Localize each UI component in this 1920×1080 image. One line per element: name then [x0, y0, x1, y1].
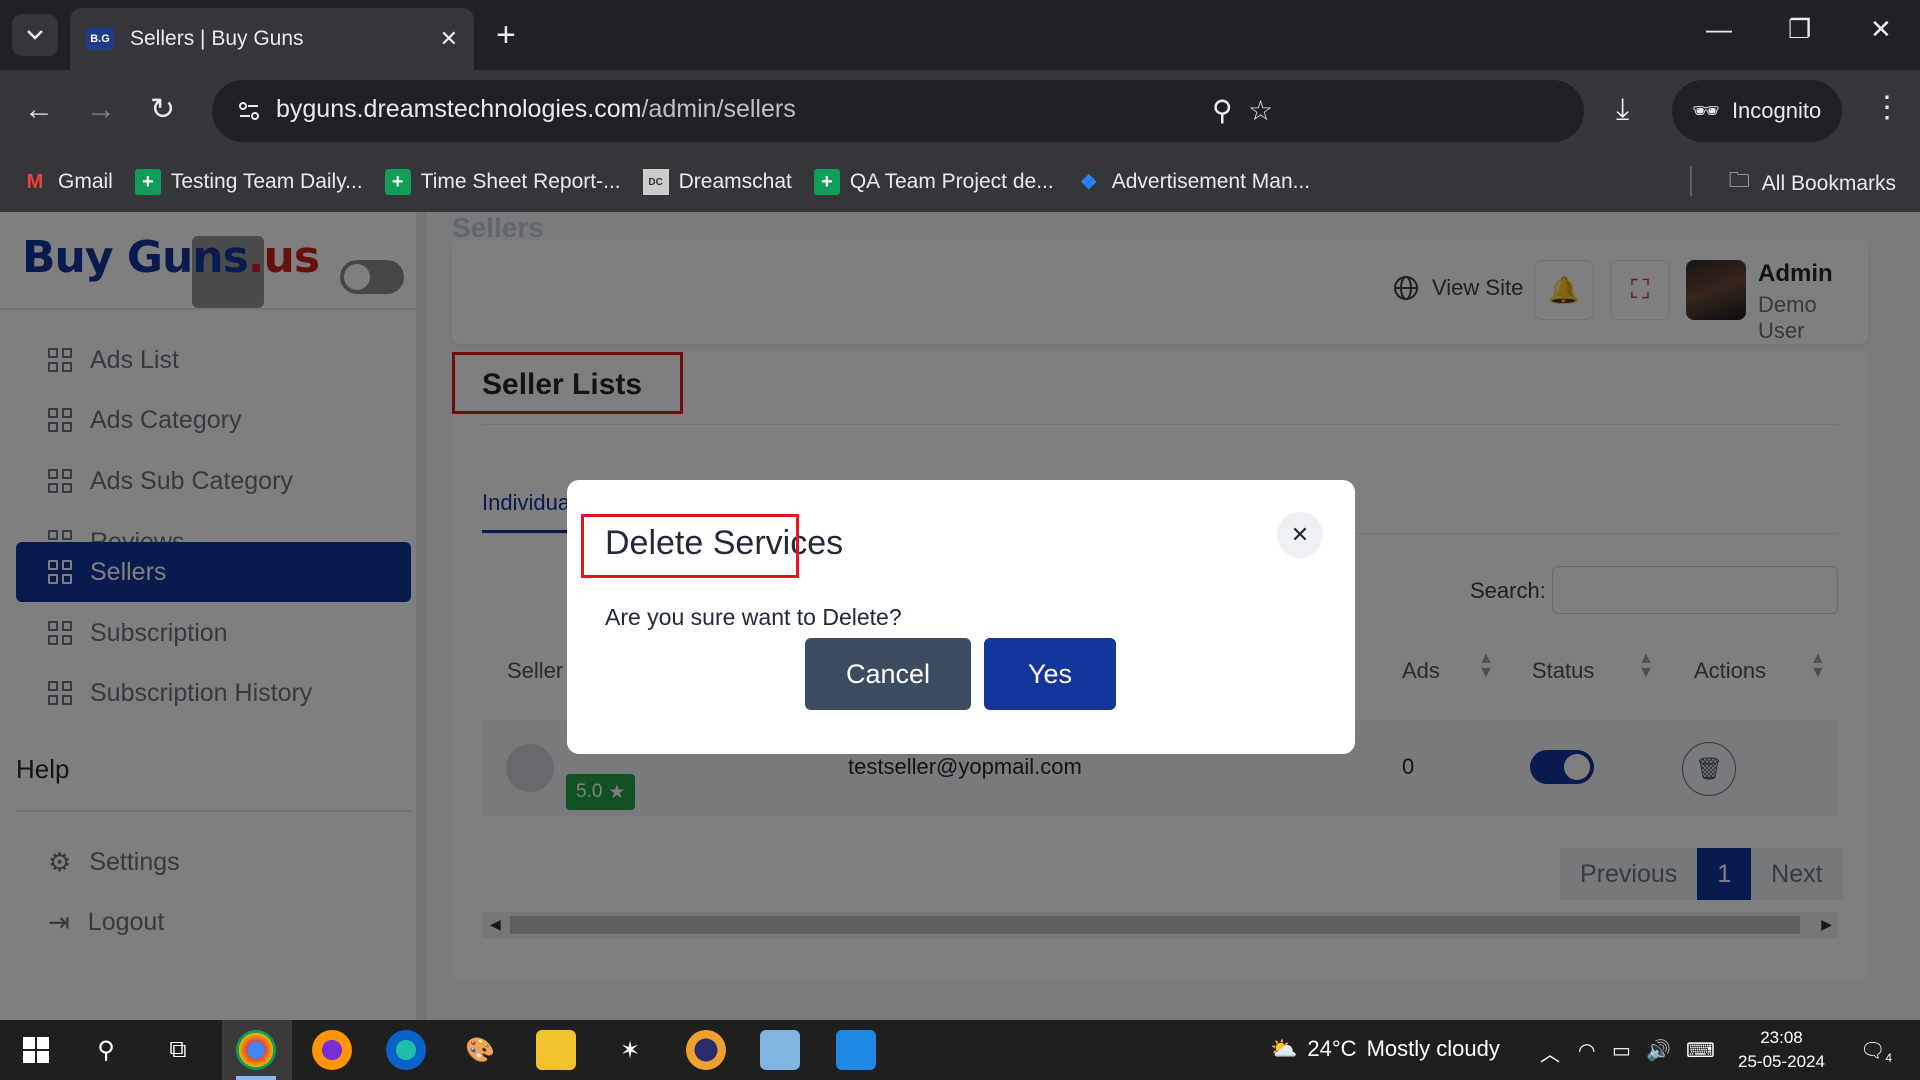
highlight-box-modal-title: [581, 514, 799, 578]
search-icon[interactable]: ⚲: [86, 1030, 126, 1070]
site-info-icon[interactable]: [234, 96, 264, 126]
bookmark-time-sheet[interactable]: + Time Sheet Report-...: [384, 169, 621, 195]
incognito-label: Incognito: [1731, 98, 1822, 123]
bookmark-gmail[interactable]: M Gmail: [22, 169, 113, 195]
chevron-down-icon: [27, 30, 43, 40]
bookmark-label: Time Sheet Report-...: [420, 170, 621, 193]
sheets-icon: +: [134, 169, 161, 195]
weather-temp: 24°C: [1307, 1036, 1357, 1061]
browser-tabbar: B.G Sellers | Buy Guns ✕ + — ❐ ✕: [0, 0, 1920, 70]
screen: B.G Sellers | Buy Guns ✕ + — ❐ ✕ ← → ↻ b…: [0, 0, 1920, 1080]
sheets-icon: +: [813, 169, 840, 195]
bookmark-star-icon[interactable]: ☆: [1248, 94, 1273, 127]
cancel-button[interactable]: Cancel: [805, 638, 971, 710]
url-path: /admin/sellers: [641, 95, 796, 123]
paint-icon[interactable]: 🎨: [460, 1030, 500, 1070]
notification-center-icon[interactable]: 🗨4: [1860, 1038, 1892, 1065]
firefox-icon[interactable]: [312, 1030, 352, 1070]
back-button[interactable]: ←: [24, 92, 54, 128]
eclipse-icon[interactable]: [686, 1030, 726, 1070]
bookmark-label: Advertisement Man...: [1111, 170, 1311, 193]
windows-taskbar: ⚲ ⧉ 🎨 ✶ ⛅ 24°C Mostly cloudy ︿ ◠ ▭ 🔊 ⌨ 2…: [0, 1020, 1920, 1080]
dreamschat-icon: DC: [642, 169, 669, 195]
bookmark-dreamschat[interactable]: DC Dreamschat: [642, 169, 792, 195]
browser-tab-active[interactable]: B.G Sellers | Buy Guns ✕: [70, 8, 474, 70]
modal-message: Are you sure want to Delete?: [605, 604, 902, 630]
zoom-icon[interactable]: ⚲: [1212, 94, 1233, 127]
forward-button[interactable]: →: [86, 92, 116, 128]
restore-button[interactable]: ❐: [1788, 14, 1811, 45]
windows-start-icon[interactable]: [16, 1030, 56, 1070]
favicon: B.G: [86, 28, 114, 50]
photos-icon[interactable]: [836, 1030, 876, 1070]
all-bookmarks-label: All Bookmarks: [1761, 171, 1896, 195]
delete-confirm-modal: Delete Services ✕ Are you sure want to D…: [567, 480, 1355, 754]
browser-menu-icon[interactable]: ⋮: [1872, 90, 1902, 125]
notification-count: 4: [1885, 1051, 1893, 1065]
wifi-icon[interactable]: ◠: [1578, 1038, 1595, 1063]
tab-search-button[interactable]: [12, 14, 58, 56]
browser-toolbar: ← → ↻ byguns.dreamstechnologies.com/admi…: [0, 70, 1920, 152]
edge-icon[interactable]: [386, 1030, 426, 1070]
clock-date: 25-05-2024: [1738, 1052, 1825, 1071]
close-icon[interactable]: ✕: [1277, 512, 1323, 558]
address-bar[interactable]: byguns.dreamstechnologies.com/admin/sell…: [212, 80, 1584, 142]
notepad-icon[interactable]: [760, 1030, 800, 1070]
active-indicator: [236, 1076, 276, 1080]
url-host: byguns.dreamstechnologies.com: [276, 95, 642, 123]
folder-icon: 🗀: [1728, 169, 1750, 192]
task-view-icon[interactable]: ⧉: [158, 1030, 198, 1070]
tab-close-icon[interactable]: ✕: [440, 26, 458, 52]
battery-icon[interactable]: ▭: [1612, 1038, 1631, 1063]
bookmark-testing-team[interactable]: + Testing Team Daily...: [134, 169, 363, 195]
reload-button[interactable]: ↻: [150, 92, 175, 128]
cloud-icon: ⛅: [1270, 1036, 1298, 1061]
sheets-icon: +: [384, 169, 411, 195]
bookmark-label: QA Team Project de...: [849, 170, 1054, 193]
new-tab-button[interactable]: +: [496, 18, 516, 52]
minimize-button[interactable]: —: [1706, 14, 1732, 45]
chrome-icon[interactable]: [236, 1030, 276, 1070]
bookmarks-divider: [1690, 166, 1692, 196]
bookmark-label: Gmail: [58, 170, 113, 193]
chevron-up-icon[interactable]: ︿: [1540, 1038, 1560, 1067]
keyboard-icon[interactable]: ⌨: [1686, 1038, 1715, 1063]
bookmark-advertisement[interactable]: ❖ Advertisement Man...: [1076, 169, 1310, 195]
close-window-button[interactable]: ✕: [1870, 14, 1892, 45]
weather-desc: Mostly cloudy: [1366, 1036, 1500, 1061]
gmail-icon: M: [26, 170, 44, 193]
all-bookmarks-button[interactable]: 🗀 All Bookmarks: [1729, 166, 1896, 201]
file-explorer-icon[interactable]: [536, 1030, 576, 1070]
incognito-indicator[interactable]: 🕶 Incognito: [1672, 80, 1842, 142]
bookmark-qa-team[interactable]: + QA Team Project de...: [813, 169, 1054, 195]
url-text: byguns.dreamstechnologies.com/admin/sell…: [276, 95, 796, 124]
incognito-icon: 🕶: [1692, 98, 1720, 123]
weather-widget[interactable]: ⛅ 24°C Mostly cloudy: [1270, 1036, 1500, 1062]
bookmark-label: Testing Team Daily...: [170, 170, 363, 193]
tab-title: Sellers | Buy Guns: [130, 27, 304, 50]
clock[interactable]: 23:08 25-05-2024: [1738, 1026, 1825, 1074]
bookmark-label: Dreamschat: [678, 170, 792, 193]
volume-icon[interactable]: 🔊: [1646, 1038, 1671, 1063]
download-icon[interactable]: ⤓: [1616, 92, 1629, 128]
jira-icon: ❖: [1079, 171, 1098, 194]
clock-time: 23:08: [1760, 1028, 1803, 1047]
bookmarks-bar: M Gmail + Testing Team Daily... + Time Shee…: [0, 152, 1920, 212]
app-icon[interactable]: ✶: [610, 1030, 650, 1070]
yes-button[interactable]: Yes: [984, 638, 1116, 710]
